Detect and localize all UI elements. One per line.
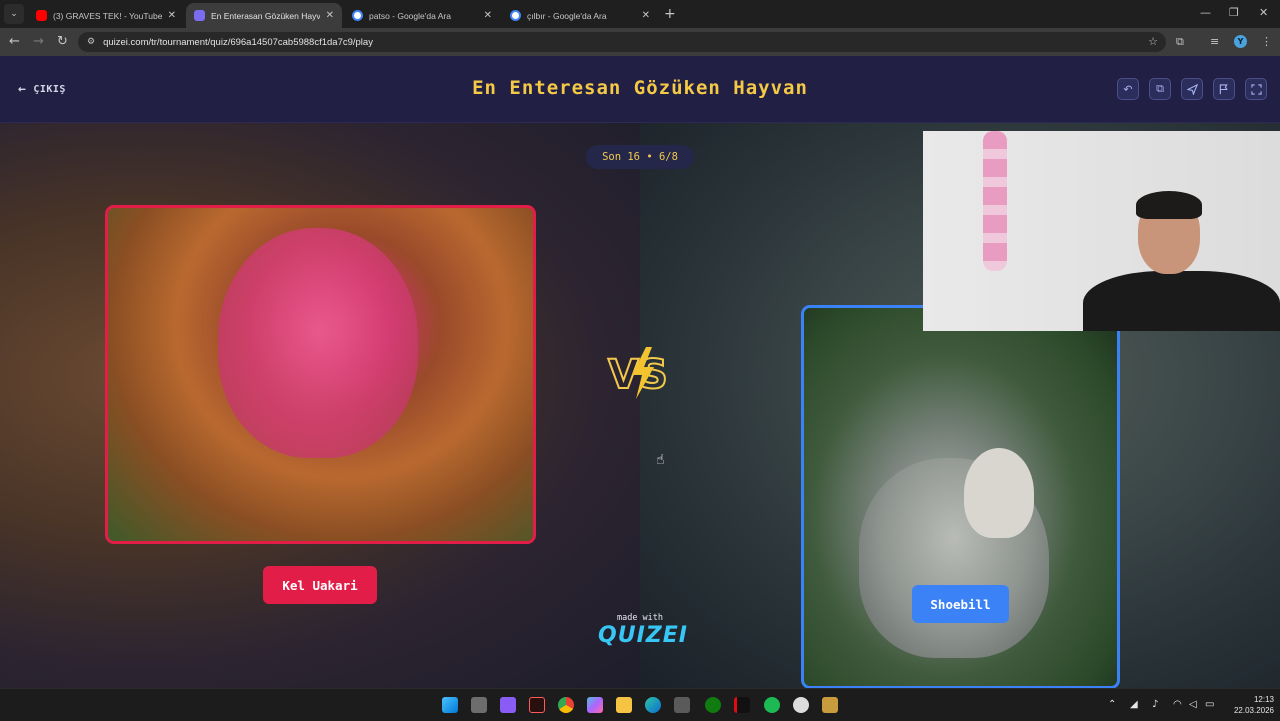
browser-tabstrip: ⌄ (3) GRAVES TEK! - YouTube ✕ En Enteras…: [0, 0, 1280, 28]
report-button[interactable]: [1213, 78, 1235, 100]
close-icon[interactable]: ✕: [484, 10, 492, 21]
battery-icon[interactable]: ▭: [1205, 699, 1214, 710]
app-tray-icon[interactable]: ◢: [1130, 699, 1138, 710]
quizei-favicon-icon: [194, 10, 205, 21]
left-contestant-button[interactable]: Kel Uakari: [263, 566, 377, 604]
left-contestant-image[interactable]: [105, 205, 536, 544]
webcam-torso: [1083, 271, 1280, 331]
youtube-icon: [36, 10, 47, 21]
made-with-badge[interactable]: made with QUIZEI: [598, 613, 688, 649]
league-icon[interactable]: [822, 697, 838, 713]
tab-quizei[interactable]: En Enterasan Gözüken Hayvan ✕: [186, 3, 342, 28]
copy-button[interactable]: ⧉: [1149, 78, 1171, 100]
undo-button[interactable]: ↶: [1117, 78, 1139, 100]
close-icon[interactable]: ✕: [326, 10, 334, 21]
fullscreen-button[interactable]: [1245, 78, 1267, 100]
webcam-flower-decor: [983, 131, 1007, 271]
file-explorer-icon[interactable]: [616, 697, 632, 713]
microphone-icon[interactable]: ♪: [1152, 699, 1158, 710]
mouse-cursor-icon: ☝: [656, 452, 665, 468]
google-icon: [510, 10, 521, 21]
edge-icon[interactable]: [645, 697, 661, 713]
forward-icon[interactable]: →: [33, 34, 44, 49]
restore-icon[interactable]: ❐: [1229, 6, 1239, 19]
app-icon[interactable]: [500, 697, 516, 713]
uakari-face: [218, 228, 418, 458]
profile-avatar[interactable]: Y: [1234, 35, 1247, 48]
site-info-icon[interactable]: ⚙: [87, 37, 95, 47]
share-button[interactable]: [1181, 78, 1203, 100]
quiz-header: ← ÇIKIŞ En Enteresan Gözüken Hayvan ↶ ⧉: [0, 56, 1280, 123]
bookmark-star-icon[interactable]: ☆: [1148, 35, 1158, 48]
illustrator-icon[interactable]: [529, 697, 545, 713]
windows-start-icon[interactable]: [442, 697, 458, 713]
system-clock[interactable]: 12:13 22.03.2026: [1224, 694, 1274, 716]
fullscreen-icon: [1250, 83, 1262, 95]
google-icon: [352, 10, 363, 21]
webcam-person: [1083, 186, 1280, 331]
close-window-icon[interactable]: ✕: [1259, 6, 1268, 19]
windows-taskbar: ⌃ ◢ ♪ ◠ ◁ ▭ 12:13 22.03.2026: [0, 688, 1280, 721]
copy-icon: ⧉: [1156, 82, 1164, 95]
tab-youtube[interactable]: (3) GRAVES TEK! - YouTube ✕: [28, 3, 184, 28]
versus-badge: VS: [607, 347, 669, 399]
xbox-icon[interactable]: [705, 697, 721, 713]
chevron-up-icon[interactable]: ⌃: [1108, 699, 1116, 710]
extensions-icon[interactable]: ⧉: [1176, 35, 1184, 49]
address-bar[interactable]: ⚙ quizei.com/tr/tournament/quiz/696a1450…: [78, 32, 1166, 52]
chrome-icon[interactable]: [558, 697, 574, 713]
copilot-icon[interactable]: [587, 697, 603, 713]
back-icon[interactable]: ←: [9, 34, 20, 49]
shoebill-beak: [964, 448, 1034, 538]
reload-icon[interactable]: ↻: [57, 34, 68, 49]
tab-label: patso - Google'da Ara: [369, 10, 451, 21]
store-icon[interactable]: [674, 697, 690, 713]
tab-label: çılbır - Google'da Ara: [527, 10, 607, 21]
close-icon[interactable]: ✕: [642, 10, 650, 21]
minimize-icon[interactable]: —: [1200, 6, 1211, 19]
steam-icon[interactable]: [793, 697, 809, 713]
clock-date: 22.03.2026: [1233, 706, 1274, 715]
clock-time: 12:13: [1253, 695, 1274, 704]
webcam-overlay: [923, 131, 1280, 331]
tab-google-cilbir[interactable]: çılbır - Google'da Ara ✕: [502, 3, 658, 28]
task-view-icon[interactable]: [471, 697, 487, 713]
volume-icon[interactable]: ◁: [1189, 699, 1197, 710]
quizei-logo: QUIZEI: [598, 623, 688, 648]
spotify-icon[interactable]: [764, 697, 780, 713]
share-icon: [1186, 83, 1198, 95]
wifi-icon[interactable]: ◠: [1173, 699, 1182, 710]
menu-kebab-icon[interactable]: ⋮: [1261, 35, 1272, 48]
new-tab-button[interactable]: +: [664, 6, 676, 22]
close-icon[interactable]: ✕: [168, 10, 176, 21]
netflix-icon[interactable]: [734, 697, 750, 713]
made-with-label: made with: [616, 613, 664, 623]
tab-label: (3) GRAVES TEK! - YouTube: [53, 10, 162, 21]
round-indicator: Son 16 • 6/8: [586, 145, 694, 169]
undo-icon: ↶: [1123, 82, 1133, 96]
media-controls-icon[interactable]: ≡: [1210, 35, 1219, 48]
tab-label: En Enterasan Gözüken Hayvan: [211, 10, 320, 21]
tab-google-patso[interactable]: patso - Google'da Ara ✕: [344, 3, 500, 28]
webcam-hair: [1136, 191, 1202, 219]
right-contestant-button[interactable]: Shoebill: [912, 585, 1009, 623]
url-text: quizei.com/tr/tournament/quiz/696a14507c…: [103, 36, 373, 48]
flag-icon: [1219, 83, 1228, 94]
page-title: En Enteresan Gözüken Hayvan: [472, 77, 808, 99]
tab-search-button[interactable]: ⌄: [4, 4, 24, 24]
right-contestant-image[interactable]: [801, 305, 1120, 688]
